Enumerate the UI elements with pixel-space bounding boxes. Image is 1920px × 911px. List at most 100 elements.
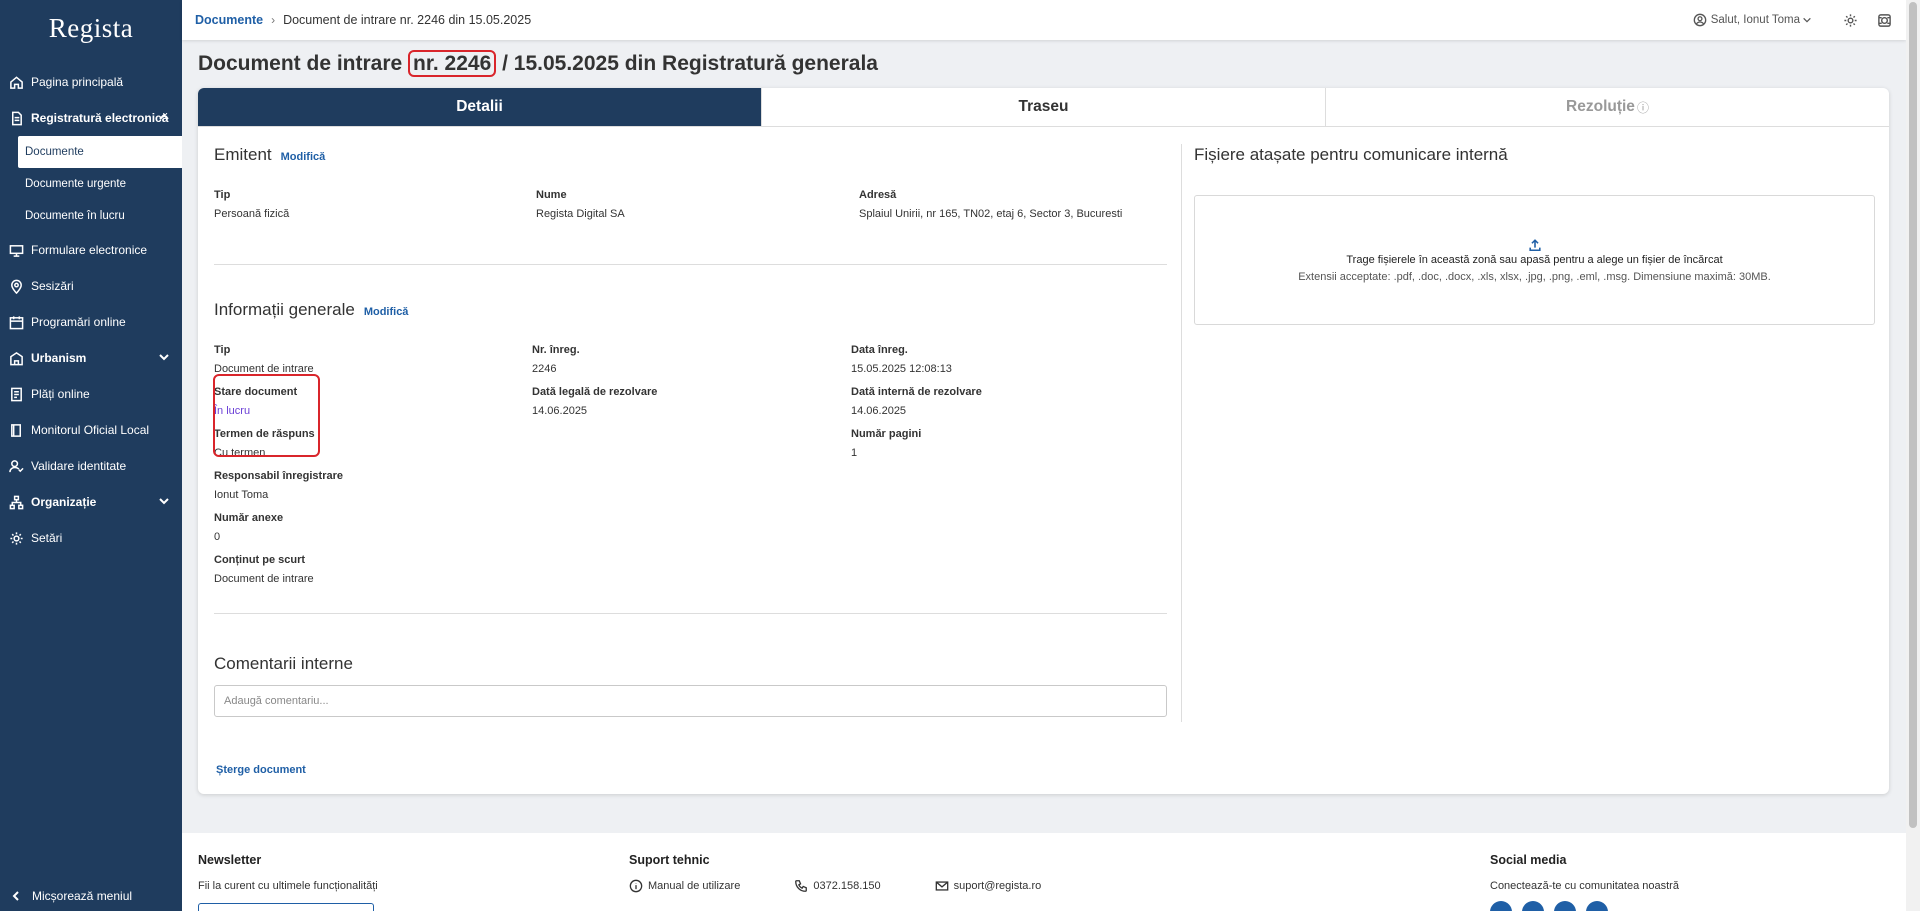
- building-icon: [8, 350, 24, 366]
- newsletter-text: Fii la curent cu ultimele funcționalităț…: [198, 880, 378, 892]
- user-greeting: Salut, Ionut Toma: [1710, 14, 1800, 26]
- page-scrollbar[interactable]: [1906, 0, 1920, 911]
- chevron-down-icon: [1803, 17, 1811, 23]
- sidebar-item-label: Pagina principală: [31, 75, 124, 89]
- sidebar-item-monitorul[interactable]: Monitorul Oficial Local: [0, 412, 182, 448]
- user-menu[interactable]: Salut, Ionut Toma: [1693, 13, 1812, 27]
- support-button[interactable]: [1874, 10, 1894, 30]
- sidebar-item-organizatie[interactable]: Organizație: [0, 484, 182, 520]
- email-label: suport@regista.ro: [953, 880, 1042, 892]
- sidebar-item-validare[interactable]: Validare identitate: [0, 448, 182, 484]
- field-label: Număr pagini: [851, 428, 922, 440]
- page-title: Document de intrare nr. 2246 / 15.05.202…: [198, 50, 878, 77]
- field-value: Document de intrare: [214, 573, 314, 585]
- sidebar-item-label: Monitorul Oficial Local: [31, 423, 150, 437]
- sidebar-subitem-documente-urgente[interactable]: Documente urgente: [0, 168, 182, 200]
- field-label: Nr. înreg.: [532, 344, 580, 356]
- regista-logo[interactable]: Regista: [0, 0, 182, 56]
- emitent-field-tip: Tip Persoană fizică: [214, 189, 289, 220]
- book-icon: [8, 422, 24, 438]
- sidebar-subitem-documente[interactable]: Documente: [18, 136, 182, 168]
- manual-label: Manual de utilizare: [648, 880, 741, 892]
- tabs: Detalii Traseu Rezoluție ⓘ: [198, 88, 1889, 127]
- emitent-field-nume: Nume Regista Digital SA: [536, 189, 625, 220]
- phone-link[interactable]: 0372.158.150: [794, 879, 881, 893]
- attachments-title-text: Fișiere atașate pentru comunicare intern…: [1194, 145, 1508, 164]
- comment-input[interactable]: [214, 685, 1167, 717]
- footer-newsletter: Newsletter Fii la curent cu ultimele fun…: [198, 833, 378, 892]
- field-value: Ionut Toma: [214, 489, 269, 501]
- collapse-menu-button[interactable]: Micșorează meniul: [10, 889, 132, 903]
- document-icon: [8, 110, 24, 126]
- comments-section-title: Comentarii interne: [214, 654, 353, 674]
- field-label: Număr anexe: [214, 512, 284, 524]
- delete-document-link[interactable]: Șterge document: [216, 764, 306, 776]
- breadcrumb-current: Document de intrare nr. 2246 din 15.05.2…: [283, 13, 532, 27]
- footer-support: Suport tehnic Manual de utilizare 0372.1…: [629, 833, 1041, 893]
- field-value: 0: [214, 531, 221, 543]
- chevron-down-icon: [158, 495, 170, 507]
- sidebar-item-plati[interactable]: Plăți online: [0, 376, 182, 412]
- support-title: Suport tehnic: [629, 853, 710, 867]
- settings-button[interactable]: [1840, 10, 1860, 30]
- facebook-icon[interactable]: [1490, 901, 1512, 911]
- scrollbar-thumb[interactable]: [1909, 2, 1917, 828]
- newsletter-email-input[interactable]: [198, 903, 374, 911]
- file-dropzone[interactable]: Trage fișierele în această zonă sau apas…: [1194, 195, 1875, 325]
- field-numar-anexe: Număr anexe 0: [214, 512, 283, 543]
- field-nr-inreg: Nr. înreg. 2246: [532, 344, 580, 375]
- lifebuoy-icon: [1877, 13, 1891, 27]
- field-continut: Conținut pe scurt Document de intrare: [214, 554, 314, 585]
- topbar-actions: Salut, Ionut Toma: [1693, 0, 1894, 40]
- field-numar-pagini: Număr pagini 1: [851, 428, 921, 459]
- emitent-field-adresa: Adresă Splaiul Unirii, nr 165, TN02, eta…: [859, 189, 1122, 220]
- sidebar: Regista Pagina principală Registratură e…: [0, 0, 182, 911]
- linkedin-icon[interactable]: [1522, 901, 1544, 911]
- sidebar-subitem-documente-in-lucru[interactable]: Documente în lucru: [0, 200, 182, 232]
- document-card: Detalii Traseu Rezoluție ⓘ Emitent Modif…: [198, 88, 1889, 794]
- field-label: Nume: [536, 189, 567, 201]
- sidebar-item-formulare[interactable]: Formulare electronice: [0, 232, 182, 268]
- newsletter-title: Newsletter: [198, 853, 262, 867]
- sidebar-item-registratura[interactable]: Registratură electronică: [0, 100, 182, 136]
- sidebar-item-label: Registratură electronică: [31, 111, 169, 125]
- gear-icon: [1843, 13, 1857, 27]
- tab-rezolutie[interactable]: Rezoluție ⓘ: [1326, 88, 1889, 126]
- social-title: Social media: [1490, 853, 1567, 867]
- instagram-icon[interactable]: [1554, 901, 1576, 911]
- gear-icon: [8, 530, 24, 546]
- manual-link[interactable]: Manual de utilizare: [629, 879, 740, 893]
- phone-label: 0372.158.150: [813, 880, 881, 892]
- field-value: 1: [851, 447, 858, 459]
- divider: [214, 613, 1167, 614]
- sidebar-item-setari[interactable]: Setări: [0, 520, 182, 556]
- field-value: 2246: [532, 363, 557, 375]
- youtube-icon[interactable]: [1586, 901, 1608, 911]
- monitor-icon: [8, 242, 24, 258]
- topbar: Documente › Document de intrare nr. 2246…: [182, 0, 1906, 40]
- emitent-modify-link[interactable]: Modifică: [281, 151, 326, 163]
- tab-label: Traseu: [1018, 98, 1069, 115]
- upload-icon: [1528, 238, 1541, 251]
- info-modify-link[interactable]: Modifică: [364, 306, 409, 318]
- comments-title: Comentarii interne: [214, 654, 353, 673]
- info-title: Informații generale: [214, 300, 355, 319]
- email-link[interactable]: suport@regista.ro: [935, 879, 1042, 893]
- field-value: 14.06.2025: [851, 405, 907, 417]
- support-links: Manual de utilizare 0372.158.150 suport@…: [629, 879, 1041, 893]
- sidebar-item-label: Validare identitate: [31, 459, 127, 473]
- sidebar-item-home[interactable]: Pagina principală: [0, 64, 182, 100]
- breadcrumb-documente-link[interactable]: Documente: [195, 13, 263, 27]
- divider: [214, 264, 1167, 265]
- tab-traseu[interactable]: Traseu: [762, 88, 1326, 126]
- title-number: nr. 2246: [408, 50, 497, 77]
- field-value: Regista Digital SA: [536, 208, 625, 220]
- title-prefix: Document de intrare: [198, 52, 409, 75]
- info-section-title: Informații generale Modifică: [214, 300, 408, 320]
- sidebar-item-programari[interactable]: Programări online: [0, 304, 182, 340]
- tab-detalii[interactable]: Detalii: [198, 88, 762, 126]
- sidebar-item-label: Plăți online: [31, 387, 90, 401]
- sidebar-item-urbanism[interactable]: Urbanism: [0, 340, 182, 376]
- sidebar-item-sesizari[interactable]: Sesizări: [0, 268, 182, 304]
- breadcrumb: Documente › Document de intrare nr. 2246…: [195, 13, 531, 27]
